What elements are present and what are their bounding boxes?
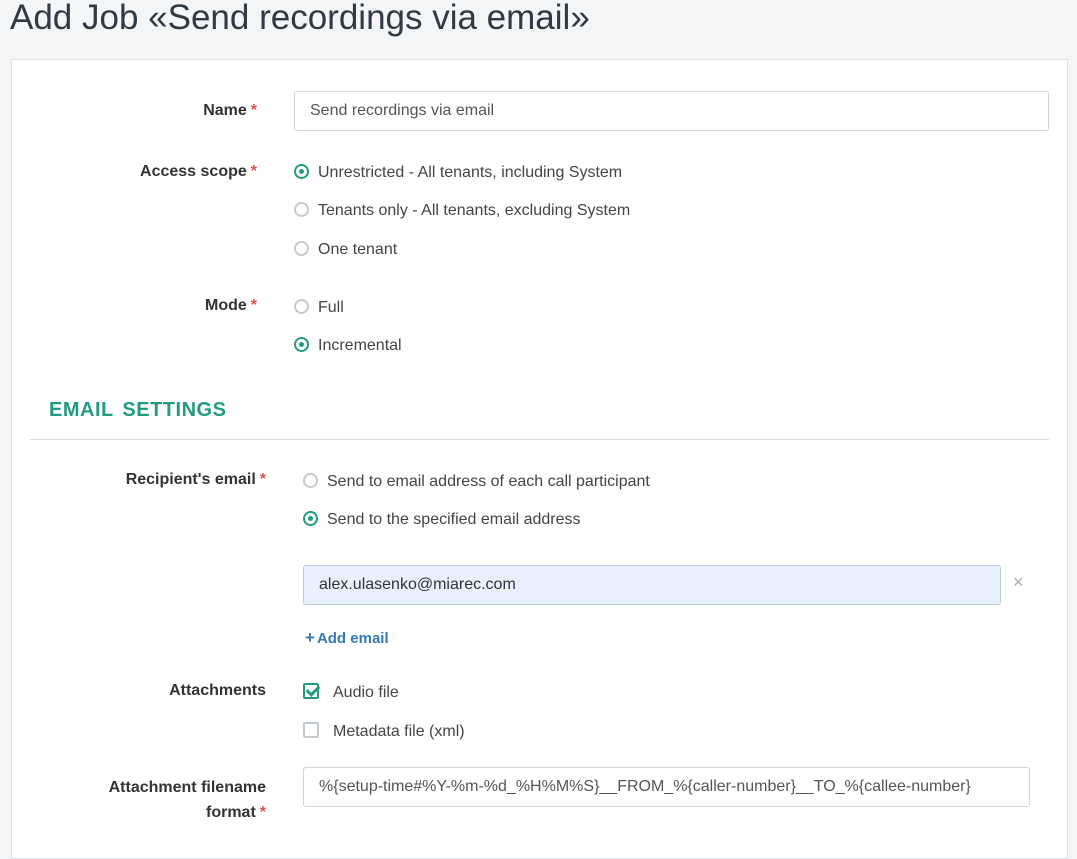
access-scope-option-unrestricted[interactable]: Unrestricted - All tenants, including Sy…	[294, 162, 622, 184]
radio-checked-icon[interactable]	[303, 511, 318, 526]
required-marker: *	[250, 163, 257, 180]
radio-checked-icon[interactable]	[294, 337, 309, 352]
section-divider	[30, 439, 1049, 440]
name-input[interactable]: Send recordings via email	[294, 91, 1049, 131]
attachments-label: Attachments	[169, 682, 266, 699]
radio-unchecked-icon[interactable]	[303, 473, 318, 488]
add-email-link[interactable]: + Add email	[305, 628, 389, 648]
email-settings-heading: EMAIL SETTINGS	[49, 399, 227, 421]
recipient-email-input[interactable]: alex.ulasenko@miarec.com	[303, 565, 1001, 605]
mode-option-full[interactable]: Full	[294, 297, 344, 319]
recipient-option-specified-address[interactable]: Send to the specified email address	[303, 509, 580, 531]
name-label: Name *	[203, 102, 257, 119]
required-marker: *	[259, 804, 266, 821]
remove-email-icon[interactable]: ×	[1013, 572, 1024, 593]
filename-format-label: Attachment filename format *	[108, 779, 266, 821]
access-scope-option-one-tenant[interactable]: One tenant	[294, 239, 397, 261]
filename-format-input[interactable]: %{setup-time#%Y-%m-%d_%H%M%S}__FROM_%{ca…	[303, 767, 1030, 807]
required-marker: *	[259, 471, 266, 488]
radio-unchecked-icon[interactable]	[294, 299, 309, 314]
checkbox-unchecked-icon[interactable]	[303, 722, 319, 738]
attachment-option-audio[interactable]: Audio file	[303, 682, 399, 704]
mode-label: Mode *	[204, 297, 257, 314]
attachment-option-metadata[interactable]: Metadata file (xml)	[303, 721, 465, 743]
recipient-option-each-participant[interactable]: Send to email address of each call parti…	[303, 471, 650, 493]
radio-unchecked-icon[interactable]	[294, 202, 309, 217]
recipient-email-label: Recipient's email *	[125, 471, 266, 488]
access-scope-option-tenants-only[interactable]: Tenants only - All tenants, excluding Sy…	[294, 200, 630, 222]
page-title: Add Job «Send recordings via email»	[10, 0, 590, 37]
plus-icon: +	[305, 628, 315, 647]
radio-checked-icon[interactable]	[294, 164, 309, 179]
mode-option-incremental[interactable]: Incremental	[294, 335, 402, 357]
radio-unchecked-icon[interactable]	[294, 241, 309, 256]
required-marker: *	[250, 102, 257, 119]
access-scope-label: Access scope *	[140, 163, 257, 180]
required-marker: *	[250, 297, 257, 314]
checkbox-checked-icon[interactable]	[303, 683, 319, 699]
